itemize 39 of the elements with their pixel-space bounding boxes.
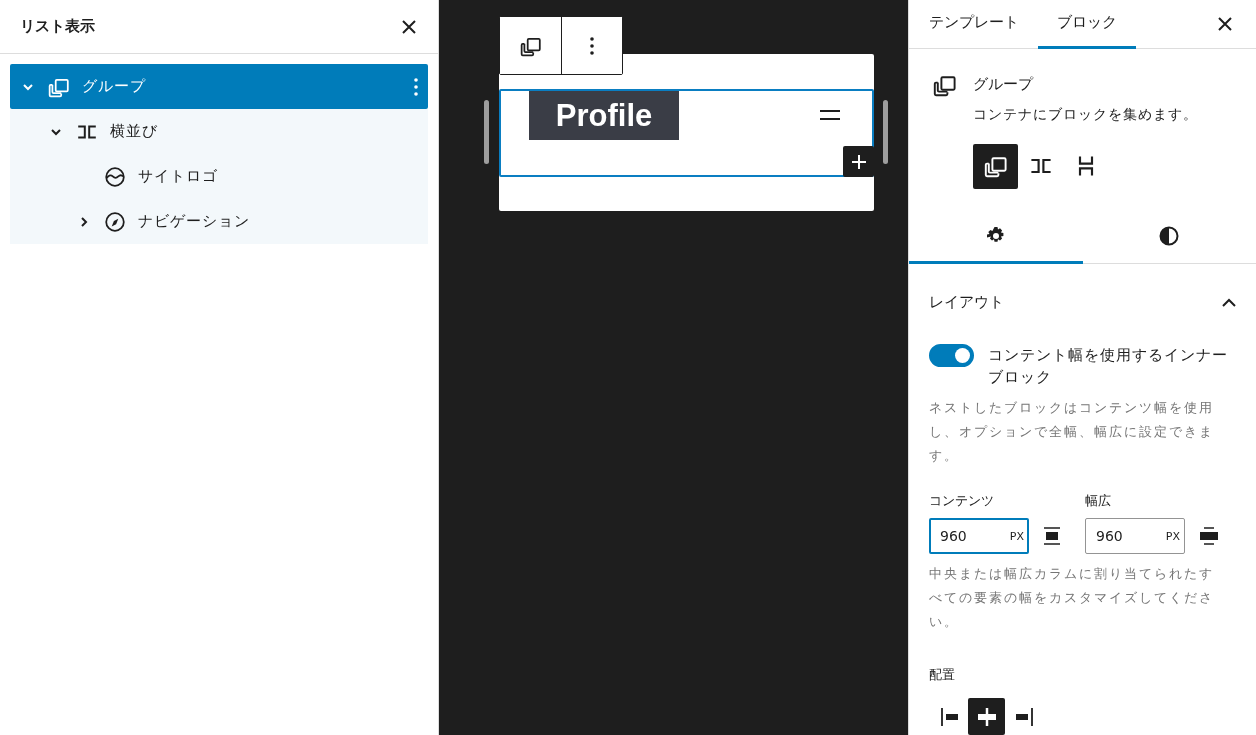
justify-center-button[interactable] (968, 698, 1005, 735)
justify-center-icon (975, 705, 998, 728)
resize-handle[interactable] (484, 100, 489, 164)
compass-icon (104, 210, 126, 233)
resize-handle[interactable] (883, 100, 888, 164)
section-header[interactable]: レイアウト (909, 263, 1256, 322)
more-options-icon[interactable] (414, 77, 418, 96)
wide-width-icon (1199, 526, 1219, 546)
justify-left-icon (938, 705, 961, 728)
plus-icon (850, 153, 867, 170)
help-text: 中央または幅広カラムに割り当てられたすべての要素の幅をカスタマイズしてください。 (929, 565, 1215, 631)
block-description: コンテナにブロックを集めます。 (973, 105, 1198, 124)
circle-wave-icon (104, 165, 126, 188)
group-icon (983, 154, 1008, 179)
options-button[interactable] (561, 17, 622, 74)
list-item[interactable]: ナビゲーション (10, 199, 428, 244)
variation-button[interactable] (973, 143, 1018, 189)
field-label: 配置 (929, 666, 956, 684)
list-item[interactable]: 横並び (10, 109, 428, 154)
more-options-icon (590, 36, 594, 55)
panel-title: リスト表示 (20, 17, 95, 36)
menu-icon[interactable] (819, 107, 841, 123)
sidebar-tab[interactable]: ブロック (1038, 0, 1136, 49)
toggle-label: コンテント幅を使用するインナーブロック (988, 345, 1229, 388)
field-label: コンテンツ (929, 492, 995, 510)
unit-label: PX (1009, 530, 1024, 543)
block-name: グループ (973, 74, 1035, 94)
chevron-up-icon (1222, 297, 1236, 308)
half-circle-icon (1159, 225, 1180, 246)
field-label: 幅広 (1085, 492, 1112, 510)
sidebar-tab[interactable]: テンプレート (910, 0, 1038, 49)
unit-label: PX (1165, 530, 1180, 543)
list-item[interactable]: サイトロゴ (10, 154, 428, 199)
site-title: Profile (529, 91, 679, 140)
list-item[interactable]: グループ (10, 64, 428, 109)
toggle-switch[interactable] (929, 344, 974, 367)
content-width-icon (1043, 526, 1061, 546)
add-block-button[interactable] (843, 146, 874, 177)
help-text: ネストしたブロックはコンテンツ幅を使用し、オプションで全幅、幅広に設定できます。 (929, 399, 1215, 465)
